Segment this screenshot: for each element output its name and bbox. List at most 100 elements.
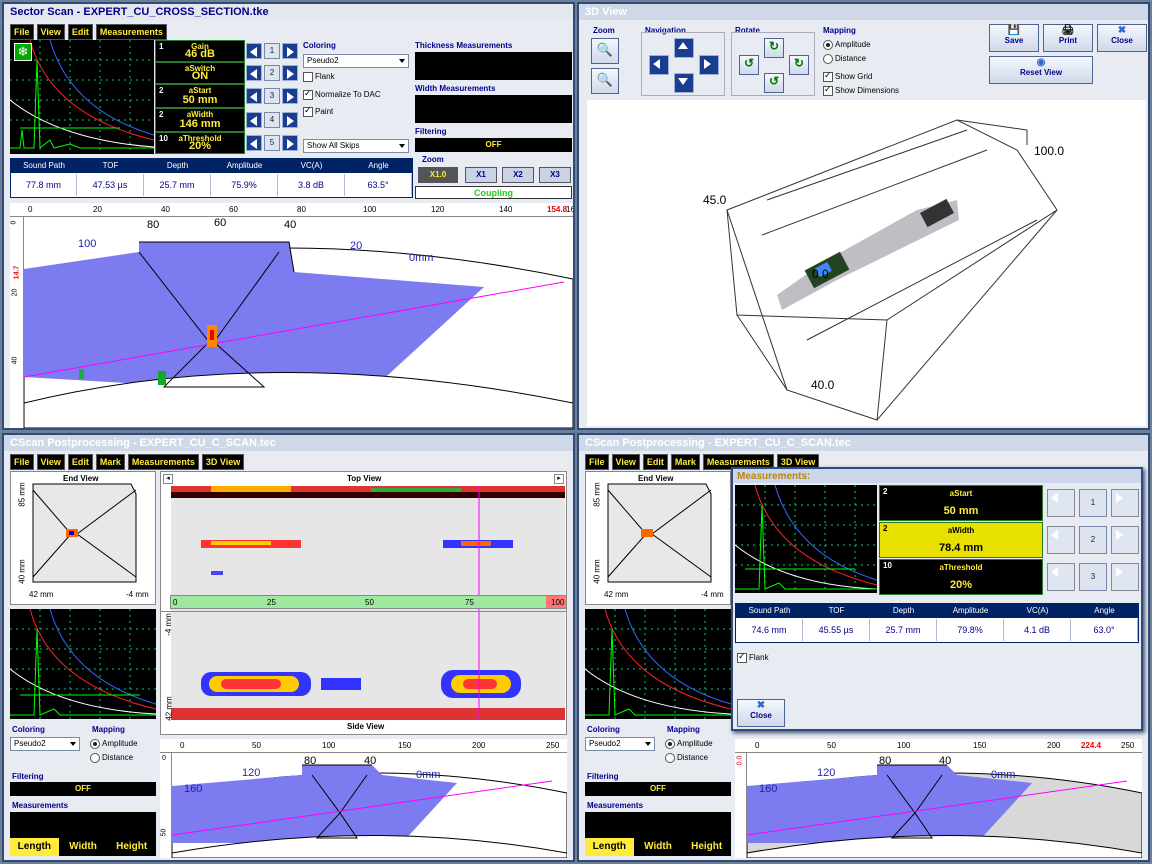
show-grid-checkbox[interactable]: Show Grid xyxy=(823,70,872,82)
page-1-icon[interactable]: 1 xyxy=(1079,489,1107,517)
awidth-increase-button[interactable] xyxy=(1111,526,1139,554)
rotate-left-button[interactable]: ↺ xyxy=(739,55,759,75)
menu-file[interactable]: File xyxy=(10,454,34,470)
coloring-label: Coloring xyxy=(303,41,336,50)
tab-height[interactable]: Height xyxy=(682,838,731,856)
tab-width[interactable]: Width xyxy=(59,838,108,856)
menu-file[interactable]: File xyxy=(585,454,609,470)
distance-radio[interactable]: Distance xyxy=(823,54,866,64)
coloring-select[interactable]: Pseudo2 xyxy=(303,54,409,68)
zoom-label: Zoom xyxy=(593,26,615,35)
sector-scan-window: Sector Scan - EXPERT_CU_CROSS_SECTION.tk… xyxy=(2,2,575,430)
awidth-decrease-button[interactable] xyxy=(1047,526,1075,554)
tab-length[interactable]: Length xyxy=(10,838,59,856)
nav-right-button[interactable] xyxy=(699,55,719,75)
aswitch-increase-button[interactable] xyxy=(282,65,298,81)
gain-increase-button[interactable] xyxy=(282,43,298,59)
coloring-label: Coloring xyxy=(12,725,45,734)
zoom-x3-button[interactable]: X3 xyxy=(539,167,571,183)
aswitch-decrease-button[interactable] xyxy=(246,65,262,81)
zoom-x1-0-button[interactable]: X1.0 xyxy=(418,167,458,183)
coloring-select[interactable]: Pseudo2 xyxy=(585,737,655,751)
rotate-right-button[interactable]: ↻ xyxy=(789,55,809,75)
ruler-tick: 250 xyxy=(1121,741,1135,750)
awidth-decrease-button[interactable] xyxy=(246,112,262,128)
filtering-toggle[interactable]: OFF xyxy=(585,782,731,796)
zoom-x2-button[interactable]: X2 xyxy=(502,167,534,183)
scroll-left-button[interactable]: ◂ xyxy=(163,474,173,484)
zoom-out-button[interactable]: 🔍 xyxy=(591,68,619,94)
close-button[interactable]: ✖ Close xyxy=(737,699,785,727)
reset-view-button[interactable]: ◉ Reset View xyxy=(989,56,1093,84)
menu-mark[interactable]: Mark xyxy=(95,454,125,470)
astart-increase-button[interactable] xyxy=(282,88,298,104)
close-button[interactable]: ✖ Close xyxy=(1097,24,1147,52)
horizontal-ruler: 0 50 100 150 200 224.4 250 xyxy=(735,739,1142,753)
awidth-increase-button[interactable] xyxy=(282,112,298,128)
menu-mark[interactable]: Mark xyxy=(670,454,700,470)
page-2-icon[interactable]: 2 xyxy=(264,65,280,81)
save-button[interactable]: 💾 Save xyxy=(989,24,1039,52)
page-2-icon[interactable]: 2 xyxy=(1079,526,1107,554)
menu-file[interactable]: File xyxy=(10,24,34,40)
snowflake-icon[interactable]: ❄ xyxy=(14,43,32,61)
athreshold-increase-button[interactable] xyxy=(1111,563,1139,591)
amplitude-radio[interactable]: Amplitude xyxy=(823,40,871,50)
astart-increase-button[interactable] xyxy=(1111,489,1139,517)
gate-aswitch: aSwitch ON xyxy=(155,62,245,84)
tab-length[interactable]: Length xyxy=(585,838,634,856)
menu-view[interactable]: View xyxy=(36,454,65,470)
page-5-icon[interactable]: 5 xyxy=(264,135,280,151)
filtering-label: Filtering xyxy=(12,772,44,781)
rotate-up-button[interactable]: ↻ xyxy=(764,38,784,58)
menu-measurements[interactable]: Measurements xyxy=(127,454,199,470)
tab-height[interactable]: Height xyxy=(107,838,156,856)
page-3-icon[interactable]: 3 xyxy=(264,88,280,104)
menu-edit[interactable]: Edit xyxy=(67,454,93,470)
menu-view[interactable]: View xyxy=(611,454,640,470)
zoom-x1-button[interactable]: X1 xyxy=(465,167,497,183)
top-view-label: Top View xyxy=(347,474,382,483)
page-1-icon[interactable]: 1 xyxy=(264,43,280,59)
amplitude-radio[interactable]: Amplitude xyxy=(90,739,138,749)
paint-checkbox[interactable]: Paint xyxy=(303,105,333,117)
zoom-in-button[interactable]: 🔍 xyxy=(591,38,619,64)
flank-checkbox[interactable]: Flank xyxy=(303,72,335,82)
tab-width[interactable]: Width xyxy=(634,838,683,856)
athreshold-increase-button[interactable] xyxy=(282,135,298,151)
end-axis: 42 mm xyxy=(604,590,629,599)
menu-measurements[interactable]: Measurements xyxy=(95,24,167,40)
distance-radio[interactable]: Distance xyxy=(90,753,133,763)
athreshold-decrease-button[interactable] xyxy=(1047,563,1075,591)
scroll-right-button[interactable]: ▸ xyxy=(554,474,564,484)
reading-value: 75.9% xyxy=(211,174,278,196)
filtering-toggle[interactable]: OFF xyxy=(10,782,156,796)
astart-decrease-button[interactable] xyxy=(1047,489,1075,517)
page-4-icon[interactable]: 4 xyxy=(264,112,280,128)
rotate-down-button[interactable]: ↺ xyxy=(764,73,784,93)
normalize-dac-checkbox[interactable]: Normalize To DAC xyxy=(303,88,381,100)
side-axis: 42 mm xyxy=(164,696,174,721)
distance-radio[interactable]: Distance xyxy=(665,753,708,763)
flank-checkbox[interactable]: Flank xyxy=(737,651,769,663)
menu-view[interactable]: View xyxy=(36,24,65,40)
nav-left-button[interactable] xyxy=(649,55,669,75)
position-bar[interactable]: 0 25 50 75 100 xyxy=(170,595,567,609)
gain-decrease-button[interactable] xyxy=(246,43,262,59)
coloring-select[interactable]: Pseudo2 xyxy=(10,737,80,751)
nav-down-button[interactable] xyxy=(674,73,694,93)
nav-up-button[interactable] xyxy=(674,38,694,58)
amplitude-radio[interactable]: Amplitude xyxy=(665,739,713,749)
menu-edit[interactable]: Edit xyxy=(642,454,668,470)
print-button[interactable]: 🖨 Print xyxy=(1043,24,1093,52)
menu-edit[interactable]: Edit xyxy=(67,24,93,40)
astart-decrease-button[interactable] xyxy=(246,88,262,104)
show-dimensions-checkbox[interactable]: Show Dimensions xyxy=(823,84,899,96)
page-3-icon[interactable]: 3 xyxy=(1079,563,1107,591)
coupling-indicator: Coupling xyxy=(415,186,572,199)
menu-3d-view[interactable]: 3D View xyxy=(201,454,245,470)
athreshold-decrease-button[interactable] xyxy=(246,135,262,151)
filtering-toggle[interactable]: OFF xyxy=(415,138,572,152)
skips-select[interactable]: Show All Skips xyxy=(303,139,409,153)
bar-tick: 25 xyxy=(267,598,276,607)
